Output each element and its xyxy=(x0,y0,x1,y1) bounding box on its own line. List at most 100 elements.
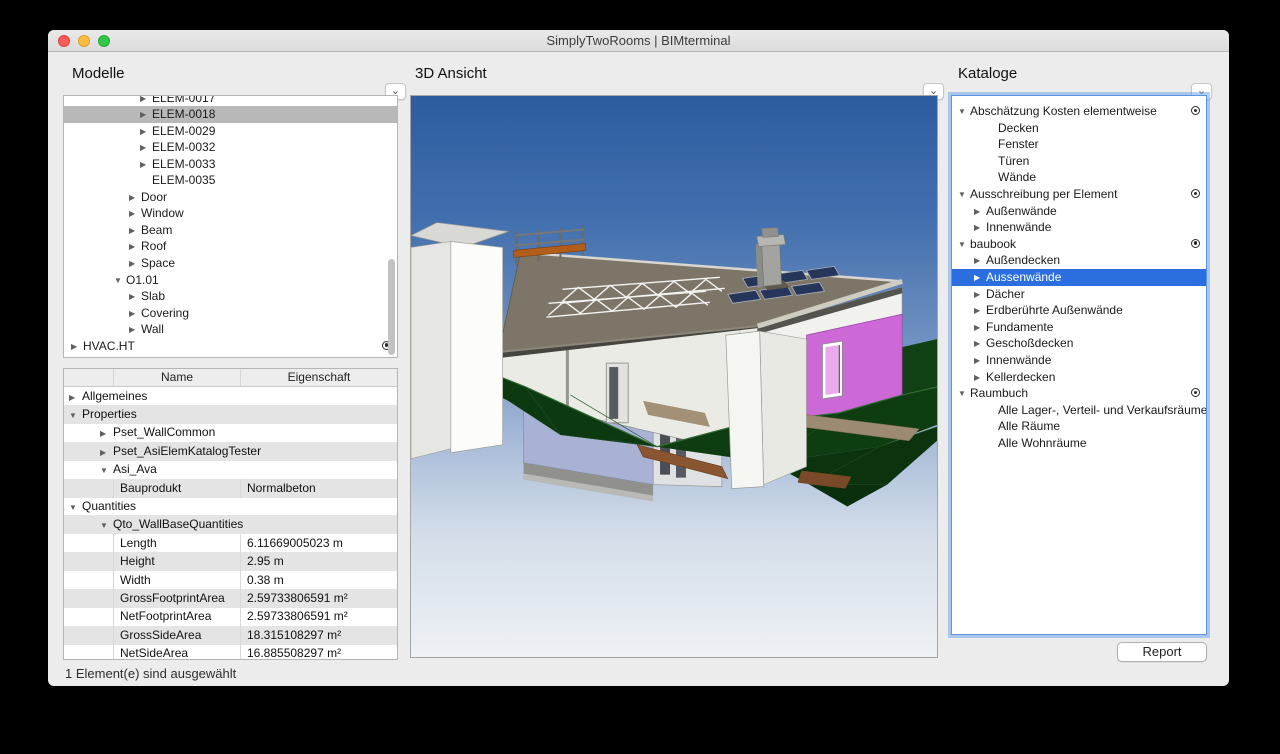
tree-item-absch-tzung-kosten-elementweise[interactable]: ▼Abschätzung Kosten elementweise xyxy=(952,103,1206,120)
models-tree-scrollbar[interactable] xyxy=(388,259,395,355)
tree-item-au-enw-nde[interactable]: ▶Außenwände xyxy=(952,203,1206,220)
disclosure-down-icon[interactable]: ▼ xyxy=(69,406,82,425)
disclosure-down-icon[interactable]: ▼ xyxy=(100,461,113,480)
disclosure-right-icon[interactable]: ▶ xyxy=(974,252,986,269)
tree-item-slab[interactable]: ▶Slab xyxy=(64,288,397,305)
disclosure-down-icon[interactable]: ▼ xyxy=(958,385,970,402)
tree-item-innenw-nde[interactable]: ▶Innenwände xyxy=(952,352,1206,369)
tree-item-fundamente[interactable]: ▶Fundamente xyxy=(952,319,1206,336)
property-name-cell: Bauprodukt xyxy=(114,479,241,498)
disclosure-down-icon[interactable]: ▼ xyxy=(958,103,970,120)
disclosure-right-icon[interactable]: ▶ xyxy=(140,156,152,173)
tree-item-alle-wohnr-ume[interactable]: Alle Wohnräume xyxy=(952,435,1206,452)
tree-item-ausschreibung-per-element[interactable]: ▼Ausschreibung per Element xyxy=(952,186,1206,203)
property-row-bauprodukt[interactable]: BauproduktNormalbeton xyxy=(64,479,397,498)
tree-item-alle-lager-verteil-und-verkaufsr-ume[interactable]: Alle Lager-, Verteil- und Verkaufsräume xyxy=(952,402,1206,419)
disclosure-right-icon[interactable]: ▶ xyxy=(140,96,152,107)
radio-marker-icon[interactable] xyxy=(1191,189,1200,198)
property-row-netfootprintarea[interactable]: NetFootprintArea2.59733806591 m² xyxy=(64,607,397,626)
tree-item-elem-0035[interactable]: ELEM-0035 xyxy=(64,172,397,189)
disclosure-right-icon[interactable]: ▶ xyxy=(129,255,141,272)
disclosure-right-icon[interactable]: ▶ xyxy=(140,106,152,123)
tree-item-covering[interactable]: ▶Covering xyxy=(64,305,397,322)
tree-item-d-cher[interactable]: ▶Dächer xyxy=(952,286,1206,303)
property-row-qto-wallbasequantities[interactable]: ▼Qto_WallBaseQuantities xyxy=(64,515,397,534)
property-row-allgemeines[interactable]: ▶Allgemeines xyxy=(64,387,397,406)
tree-item-aussenw-nde[interactable]: ▶Aussenwände xyxy=(952,269,1206,286)
tree-item-w-nde[interactable]: Wände xyxy=(952,169,1206,186)
disclosure-down-icon[interactable]: ▼ xyxy=(69,498,82,517)
tree-item-window[interactable]: ▶Window xyxy=(64,205,397,222)
viewport-3d[interactable] xyxy=(410,95,938,658)
property-row-properties[interactable]: ▼Properties xyxy=(64,405,397,424)
disclosure-right-icon[interactable]: ▶ xyxy=(974,335,986,352)
radio-marker-icon[interactable] xyxy=(1191,106,1200,115)
disclosure-down-icon[interactable]: ▼ xyxy=(114,272,126,289)
tree-item-kellerdecken[interactable]: ▶Kellerdecken xyxy=(952,369,1206,386)
tree-item-wall[interactable]: ▶Wall xyxy=(64,321,397,338)
disclosure-right-icon[interactable]: ▶ xyxy=(69,388,82,407)
tree-item-elem-0032[interactable]: ▶ELEM-0032 xyxy=(64,139,397,156)
tree-item-o1-01[interactable]: ▼O1.01 xyxy=(64,272,397,289)
property-row-length[interactable]: Length6.11669005023 m xyxy=(64,534,397,553)
property-row-pset-asielemkatalogtester[interactable]: ▶Pset_AsiElemKatalogTester xyxy=(64,442,397,461)
tree-item-innenw-nde[interactable]: ▶Innenwände xyxy=(952,219,1206,236)
tree-item-space[interactable]: ▶Space xyxy=(64,255,397,272)
disclosure-right-icon[interactable]: ▶ xyxy=(974,369,986,386)
disclosure-right-icon[interactable]: ▶ xyxy=(974,302,986,319)
disclosure-right-icon[interactable]: ▶ xyxy=(974,219,986,236)
property-row-width[interactable]: Width0.38 m xyxy=(64,571,397,590)
disclosure-down-icon[interactable]: ▼ xyxy=(958,236,970,253)
tree-item-elem-0029[interactable]: ▶ELEM-0029 xyxy=(64,123,397,140)
property-row-grossfootprintarea[interactable]: GrossFootprintArea2.59733806591 m² xyxy=(64,589,397,608)
property-row-asi-ava[interactable]: ▼Asi_Ava xyxy=(64,460,397,479)
tree-item-decken[interactable]: Decken xyxy=(952,120,1206,137)
disclosure-right-icon[interactable]: ▶ xyxy=(100,443,113,462)
tree-item-alle-r-ume[interactable]: Alle Räume xyxy=(952,418,1206,435)
tree-item-door[interactable]: ▶Door xyxy=(64,189,397,206)
tree-item-elem-0018[interactable]: ▶ELEM-0018 xyxy=(64,106,397,123)
tree-item-raumbuch[interactable]: ▼Raumbuch xyxy=(952,385,1206,402)
disclosure-right-icon[interactable]: ▶ xyxy=(129,238,141,255)
disclosure-right-icon[interactable]: ▶ xyxy=(71,338,83,355)
tree-item-gescho-decken[interactable]: ▶Geschoßdecken xyxy=(952,335,1206,352)
disclosure-right-icon[interactable]: ▶ xyxy=(100,424,113,443)
disclosure-down-icon[interactable]: ▼ xyxy=(958,186,970,203)
disclosure-right-icon[interactable]: ▶ xyxy=(974,269,986,286)
property-row-netsidearea[interactable]: NetSideArea16.885508297 m² xyxy=(64,644,397,660)
disclosure-right-icon[interactable]: ▶ xyxy=(129,305,141,322)
disclosure-right-icon[interactable]: ▶ xyxy=(129,288,141,305)
disclosure-right-icon[interactable]: ▶ xyxy=(129,321,141,338)
disclosure-right-icon[interactable]: ▶ xyxy=(129,205,141,222)
disclosure-right-icon[interactable]: ▶ xyxy=(974,319,986,336)
tree-item-t-ren[interactable]: Türen xyxy=(952,153,1206,170)
catalogs-tree[interactable]: ▼Abschätzung Kosten elementweiseDeckenFe… xyxy=(951,95,1207,635)
tree-item-beam[interactable]: ▶Beam xyxy=(64,222,397,239)
disclosure-right-icon[interactable]: ▶ xyxy=(140,123,152,140)
disclosure-right-icon[interactable]: ▶ xyxy=(140,139,152,156)
tree-item-roof[interactable]: ▶Roof xyxy=(64,238,397,255)
disclosure-right-icon[interactable]: ▶ xyxy=(129,189,141,206)
tree-item-hvac-ht[interactable]: ▶HVAC.HT xyxy=(64,338,397,355)
tree-item-baubook[interactable]: ▼baubook xyxy=(952,236,1206,253)
disclosure-right-icon[interactable]: ▶ xyxy=(974,203,986,220)
title-bar[interactable]: SimplyTwoRooms | BIMterminal xyxy=(48,30,1229,52)
tree-item-erdber-hrte-au-enw-nde[interactable]: ▶Erdberührte Außenwände xyxy=(952,302,1206,319)
disclosure-right-icon[interactable]: ▶ xyxy=(974,286,986,303)
report-button[interactable]: Report xyxy=(1117,642,1207,662)
models-tree[interactable]: ▶ELEM-0017▶ELEM-0018▶ELEM-0029▶ELEM-0032… xyxy=(63,95,398,358)
disclosure-down-icon[interactable]: ▼ xyxy=(100,516,113,535)
tree-item-elem-0017[interactable]: ▶ELEM-0017 xyxy=(64,96,397,107)
property-row-quantities[interactable]: ▼Quantities xyxy=(64,497,397,516)
property-row-grosssidearea[interactable]: GrossSideArea18.315108297 m² xyxy=(64,626,397,645)
properties-table[interactable]: Name Eigenschaft ▶Allgemeines▼Properties… xyxy=(63,368,398,660)
tree-item-elem-0033[interactable]: ▶ELEM-0033 xyxy=(64,156,397,173)
property-row-pset-wallcommon[interactable]: ▶Pset_WallCommon xyxy=(64,423,397,442)
property-row-height[interactable]: Height2.95 m xyxy=(64,552,397,571)
disclosure-right-icon[interactable]: ▶ xyxy=(974,352,986,369)
radio-marker-icon[interactable] xyxy=(1191,239,1200,248)
radio-marker-icon[interactable] xyxy=(1191,388,1200,397)
tree-item-au-endecken[interactable]: ▶Außendecken xyxy=(952,252,1206,269)
tree-item-fenster[interactable]: Fenster xyxy=(952,136,1206,153)
disclosure-right-icon[interactable]: ▶ xyxy=(129,222,141,239)
